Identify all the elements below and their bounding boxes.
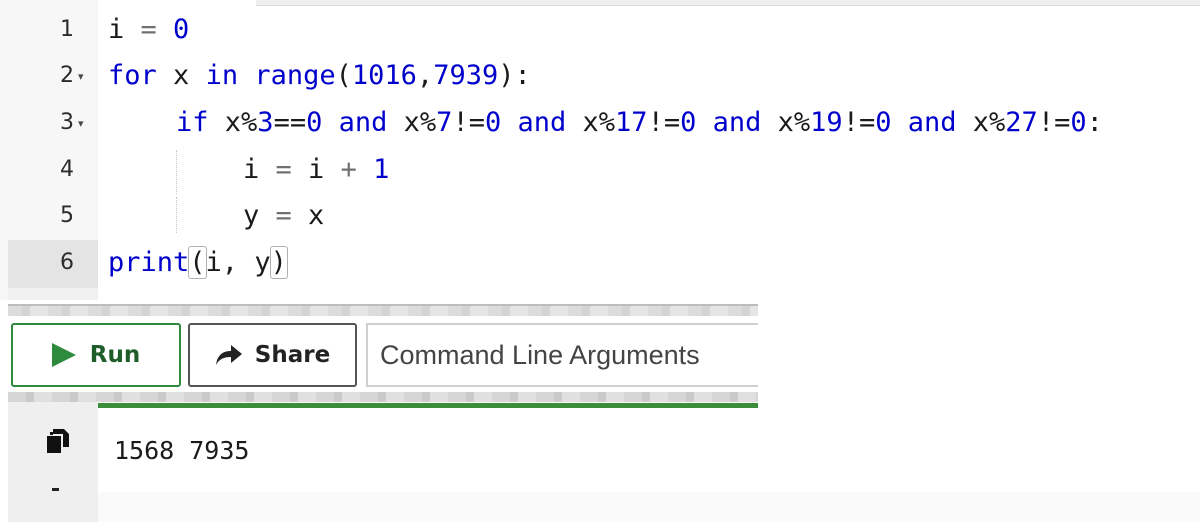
code-token: for — [108, 60, 157, 91]
run-button[interactable]: Run — [11, 323, 181, 387]
code-token: 1016 — [351, 60, 417, 91]
output-resize-strip[interactable] — [8, 392, 758, 402]
code-token: y — [243, 200, 260, 231]
code-token: range — [254, 60, 336, 91]
code-token: ( — [335, 60, 352, 91]
code-token: 0 — [875, 107, 892, 138]
output-area-bottom — [98, 492, 1200, 522]
code-token: 27 — [1005, 107, 1038, 138]
code-token: i — [308, 154, 325, 185]
code-token: i, y — [205, 247, 271, 278]
code-token: 7939 — [433, 60, 499, 91]
code-token: in — [205, 60, 239, 91]
share-button-label: Share — [254, 342, 331, 368]
editor-left-edge — [0, 0, 8, 300]
code-token: x — [156, 60, 206, 91]
code-token: x — [208, 107, 242, 138]
code-token: ): — [498, 60, 531, 91]
code-token: 7 — [436, 107, 453, 138]
code-token: and — [907, 107, 957, 138]
code-line[interactable]: for x in range(1016,7939): — [108, 60, 531, 91]
share-icon — [215, 345, 242, 365]
resize-strip[interactable] — [8, 306, 758, 316]
code-token: i — [108, 14, 125, 45]
play-icon — [51, 343, 76, 367]
code-token: and — [712, 107, 762, 138]
code-token: 0 — [1070, 107, 1087, 138]
code-token: x% — [761, 107, 811, 138]
code-token: x% — [387, 107, 437, 138]
output-gutter — [8, 402, 98, 522]
code-token: x — [308, 200, 325, 231]
editor-top-edge — [256, 0, 1200, 6]
code-token: and — [338, 107, 388, 138]
code-line[interactable]: i = 0 — [108, 14, 189, 45]
code-token: if — [176, 107, 209, 138]
code-token: != — [842, 107, 876, 138]
code-token: : — [1086, 107, 1103, 138]
code-token: print — [108, 247, 190, 278]
code-token: = — [124, 14, 174, 45]
fold-chevron-icon[interactable]: ▾ — [78, 70, 84, 83]
fold-chevron-icon[interactable]: ▾ — [78, 117, 84, 130]
line-number: 3 — [60, 110, 74, 135]
code-token: != — [452, 107, 485, 138]
code-editor[interactable]: 1 2 3 4 5 6 ▾ ▾ i = 0 for x in range(101… — [0, 0, 1200, 300]
line-number: 6 — [60, 250, 74, 275]
code-token: 3 — [257, 107, 274, 138]
code-token: 19 — [810, 107, 843, 138]
code-line[interactable]: y = x — [243, 200, 324, 231]
output-status-bar — [98, 403, 758, 408]
code-token: 0 — [173, 14, 190, 45]
copy-icon[interactable] — [44, 428, 70, 454]
code-line[interactable]: print(i, y) — [108, 246, 288, 279]
indent-guide — [176, 150, 177, 194]
code-token: ( — [188, 246, 207, 279]
command-line-arguments-input[interactable]: Command Line Arguments — [366, 323, 758, 387]
line-number: 4 — [60, 157, 74, 182]
code-token: and — [517, 107, 567, 138]
code-line[interactable]: if x%3==0 and x%7!=0 and x%17!=0 and x%1… — [176, 107, 1103, 138]
code-token: i — [243, 154, 260, 185]
line-number: 1 — [60, 17, 74, 42]
code-token: 1 — [373, 154, 390, 185]
program-output: 1568 7935 — [114, 436, 250, 465]
code-token: == — [273, 107, 307, 138]
code-token: 0 — [680, 107, 697, 138]
code-token: x% — [566, 107, 616, 138]
share-button[interactable]: Share — [188, 323, 357, 387]
output-cursor — [52, 488, 59, 491]
code-token: % — [241, 107, 258, 138]
code-token: , — [416, 60, 434, 91]
code-token: + — [324, 154, 374, 185]
code-token: = — [259, 154, 309, 185]
code-token: 0 — [306, 107, 323, 138]
code-line[interactable]: i = i + 1 — [243, 154, 389, 185]
code-token: ) — [269, 246, 288, 279]
run-button-label: Run — [89, 342, 141, 368]
line-number: 5 — [60, 203, 74, 228]
code-token: x% — [956, 107, 1006, 138]
code-token: != — [647, 107, 681, 138]
indent-guide — [176, 197, 177, 233]
code-token: 0 — [484, 107, 502, 138]
gutter-bottom — [8, 288, 98, 300]
code-token: != — [1037, 107, 1071, 138]
code-token: 17 — [615, 107, 648, 138]
code-token: = — [259, 200, 309, 231]
line-number: 2 — [60, 63, 74, 88]
